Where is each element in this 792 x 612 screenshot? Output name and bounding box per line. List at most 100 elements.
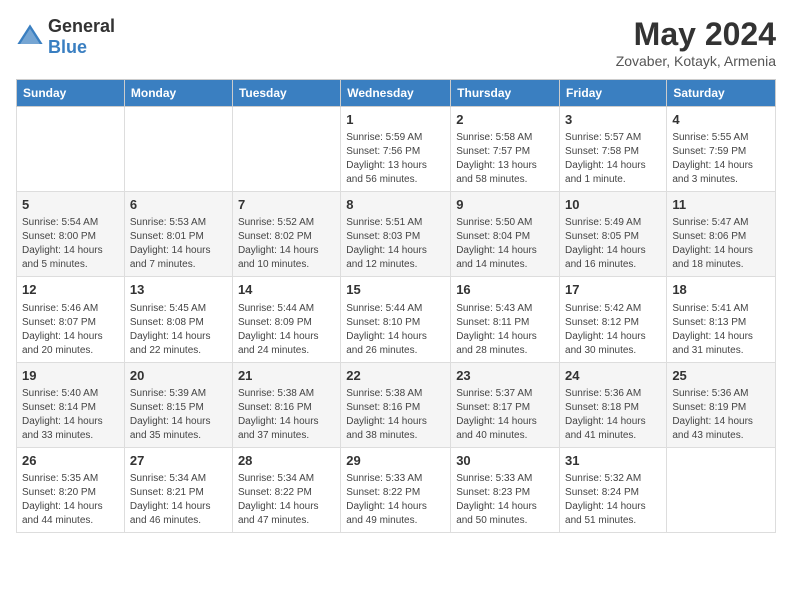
day-info: Sunset: 8:12 PM (565, 316, 661, 330)
day-info: Sunrise: 5:33 AM (456, 472, 554, 486)
day-info: Sunset: 8:04 PM (456, 230, 554, 244)
calendar-cell: 26 Sunrise: 5:35 AMSunset: 8:20 PMDayligh… (17, 447, 125, 532)
day-info: Sunrise: 5:33 AM (346, 472, 445, 486)
calendar-cell: 10Sunrise: 5:49 AMSunset: 8:05 PMDayligh… (560, 192, 667, 277)
day-info: Sunset: 7:58 PM (565, 145, 661, 159)
day-info: Sunrise: 5:50 AM (456, 216, 554, 230)
day-info: Sunset: 8:10 PM (346, 316, 445, 330)
day-number: 19 (22, 367, 119, 385)
day-info: Daylight: 14 hours and 30 minutes. (565, 330, 661, 358)
day-info: Sunrise: 5:34 AM (130, 472, 227, 486)
day-info: Daylight: 14 hours and 24 minutes. (238, 330, 335, 358)
day-info: Sunrise: 5:44 AM (238, 302, 335, 316)
calendar-cell: 31 Sunrise: 5:32 AMSunset: 8:24 PMDayligh… (560, 447, 667, 532)
day-number: 6 (130, 196, 227, 214)
day-info: Sunrise: 5:47 AM (672, 216, 770, 230)
calendar-week-row: 12Sunrise: 5:46 AMSunset: 8:07 PMDayligh… (17, 277, 776, 362)
day-info: Daylight: 14 hours and 51 minutes. (565, 500, 661, 528)
day-info: Daylight: 14 hours and 37 minutes. (238, 415, 335, 443)
calendar-day-header: Tuesday (232, 80, 340, 107)
day-info: Sunrise: 5:42 AM (565, 302, 661, 316)
calendar-cell (667, 447, 776, 532)
day-info: Sunset: 8:02 PM (238, 230, 335, 244)
logo-general: General (48, 16, 115, 36)
day-info: Daylight: 14 hours and 44 minutes. (22, 500, 119, 528)
day-info: Daylight: 14 hours and 47 minutes. (238, 500, 335, 528)
day-info: Daylight: 14 hours and 3 minutes. (672, 159, 770, 187)
calendar-cell: 8Sunrise: 5:51 AMSunset: 8:03 PMDaylight… (341, 192, 451, 277)
day-number: 10 (565, 196, 661, 214)
day-number: 2 (456, 111, 554, 129)
day-info: Sunrise: 5:38 AM (346, 387, 445, 401)
calendar-cell: 18Sunrise: 5:41 AMSunset: 8:13 PMDayligh… (667, 277, 776, 362)
day-number: 28 (238, 452, 335, 470)
day-number: 18 (672, 281, 770, 299)
page-header: General Blue May 2024 Zovaber, Kotayk, A… (16, 16, 776, 69)
day-info: Daylight: 14 hours and 10 minutes. (238, 244, 335, 272)
day-info: Daylight: 14 hours and 33 minutes. (22, 415, 119, 443)
calendar-day-header: Friday (560, 80, 667, 107)
calendar-cell: 11Sunrise: 5:47 AMSunset: 8:06 PMDayligh… (667, 192, 776, 277)
day-info: Sunrise: 5:35 AM (22, 472, 119, 486)
day-number: 14 (238, 281, 335, 299)
day-info: Daylight: 14 hours and 31 minutes. (672, 330, 770, 358)
calendar-cell (232, 107, 340, 192)
calendar-cell: 30Sunrise: 5:33 AMSunset: 8:23 PMDayligh… (451, 447, 560, 532)
calendar-cell: 21Sunrise: 5:38 AMSunset: 8:16 PMDayligh… (232, 362, 340, 447)
day-info: Sunset: 8:15 PM (130, 401, 227, 415)
day-number: 25 (672, 367, 770, 385)
day-info: Sunset: 8:22 PM (346, 486, 445, 500)
day-info: Sunset: 8:19 PM (672, 401, 770, 415)
day-number: 5 (22, 196, 119, 214)
calendar-week-row: 19Sunrise: 5:40 AMSunset: 8:14 PMDayligh… (17, 362, 776, 447)
calendar-cell: 14 Sunrise: 5:44 AMSunset: 8:09 PMDayligh… (232, 277, 340, 362)
calendar-day-header: Monday (124, 80, 232, 107)
day-info: Sunset: 8:20 PM (22, 486, 119, 500)
calendar-cell: 27Sunrise: 5:34 AMSunset: 8:21 PMDayligh… (124, 447, 232, 532)
calendar-cell: 29Sunrise: 5:33 AMSunset: 8:22 PMDayligh… (341, 447, 451, 532)
day-info: Sunrise: 5:32 AM (565, 472, 661, 486)
day-info: Sunrise: 5:49 AM (565, 216, 661, 230)
calendar-cell (17, 107, 125, 192)
calendar-day-header: Thursday (451, 80, 560, 107)
day-info: Sunset: 8:23 PM (456, 486, 554, 500)
day-number: 15 (346, 281, 445, 299)
title-block: May 2024 Zovaber, Kotayk, Armenia (616, 16, 776, 69)
day-info: Daylight: 14 hours and 49 minutes. (346, 500, 445, 528)
calendar-cell: 25Sunrise: 5:36 AMSunset: 8:19 PMDayligh… (667, 362, 776, 447)
day-info: Sunset: 7:57 PM (456, 145, 554, 159)
calendar-header-row: SundayMondayTuesdayWednesdayThursdayFrid… (17, 80, 776, 107)
day-number: 12 (22, 281, 119, 299)
day-number: 31 (565, 452, 661, 470)
logo-blue: Blue (48, 37, 87, 57)
day-info: Sunrise: 5:36 AM (565, 387, 661, 401)
calendar-cell: 28 Sunrise: 5:34 AMSunset: 8:22 PMDayligh… (232, 447, 340, 532)
calendar-day-header: Saturday (667, 80, 776, 107)
day-info: Sunset: 8:22 PM (238, 486, 335, 500)
calendar-cell: 3Sunrise: 5:57 AMSunset: 7:58 PMDaylight… (560, 107, 667, 192)
calendar-cell: 17Sunrise: 5:42 AMSunset: 8:12 PMDayligh… (560, 277, 667, 362)
day-number: 21 (238, 367, 335, 385)
day-info: Sunrise: 5:44 AM (346, 302, 445, 316)
day-info: Sunset: 8:00 PM (22, 230, 119, 244)
day-info: Sunset: 8:21 PM (130, 486, 227, 500)
calendar-cell: 6Sunrise: 5:53 AMSunset: 8:01 PMDaylight… (124, 192, 232, 277)
day-info: Daylight: 14 hours and 22 minutes. (130, 330, 227, 358)
calendar-cell: 5Sunrise: 5:54 AMSunset: 8:00 PMDaylight… (17, 192, 125, 277)
day-info: Daylight: 14 hours and 5 minutes. (22, 244, 119, 272)
day-info: Sunrise: 5:38 AM (238, 387, 335, 401)
day-info: Daylight: 14 hours and 46 minutes. (130, 500, 227, 528)
day-number: 26 (22, 452, 119, 470)
day-info: Sunrise: 5:34 AM (238, 472, 335, 486)
day-info: Daylight: 14 hours and 16 minutes. (565, 244, 661, 272)
day-info: Sunset: 8:24 PM (565, 486, 661, 500)
day-info: Sunset: 8:18 PM (565, 401, 661, 415)
calendar-cell: 7Sunrise: 5:52 AMSunset: 8:02 PMDaylight… (232, 192, 340, 277)
day-info: Sunset: 8:09 PM (238, 316, 335, 330)
day-info: Sunrise: 5:39 AM (130, 387, 227, 401)
day-info: Sunrise: 5:41 AM (672, 302, 770, 316)
day-info: Daylight: 14 hours and 43 minutes. (672, 415, 770, 443)
day-info: Sunrise: 5:51 AM (346, 216, 445, 230)
day-number: 13 (130, 281, 227, 299)
day-info: Daylight: 14 hours and 1 minute. (565, 159, 661, 187)
